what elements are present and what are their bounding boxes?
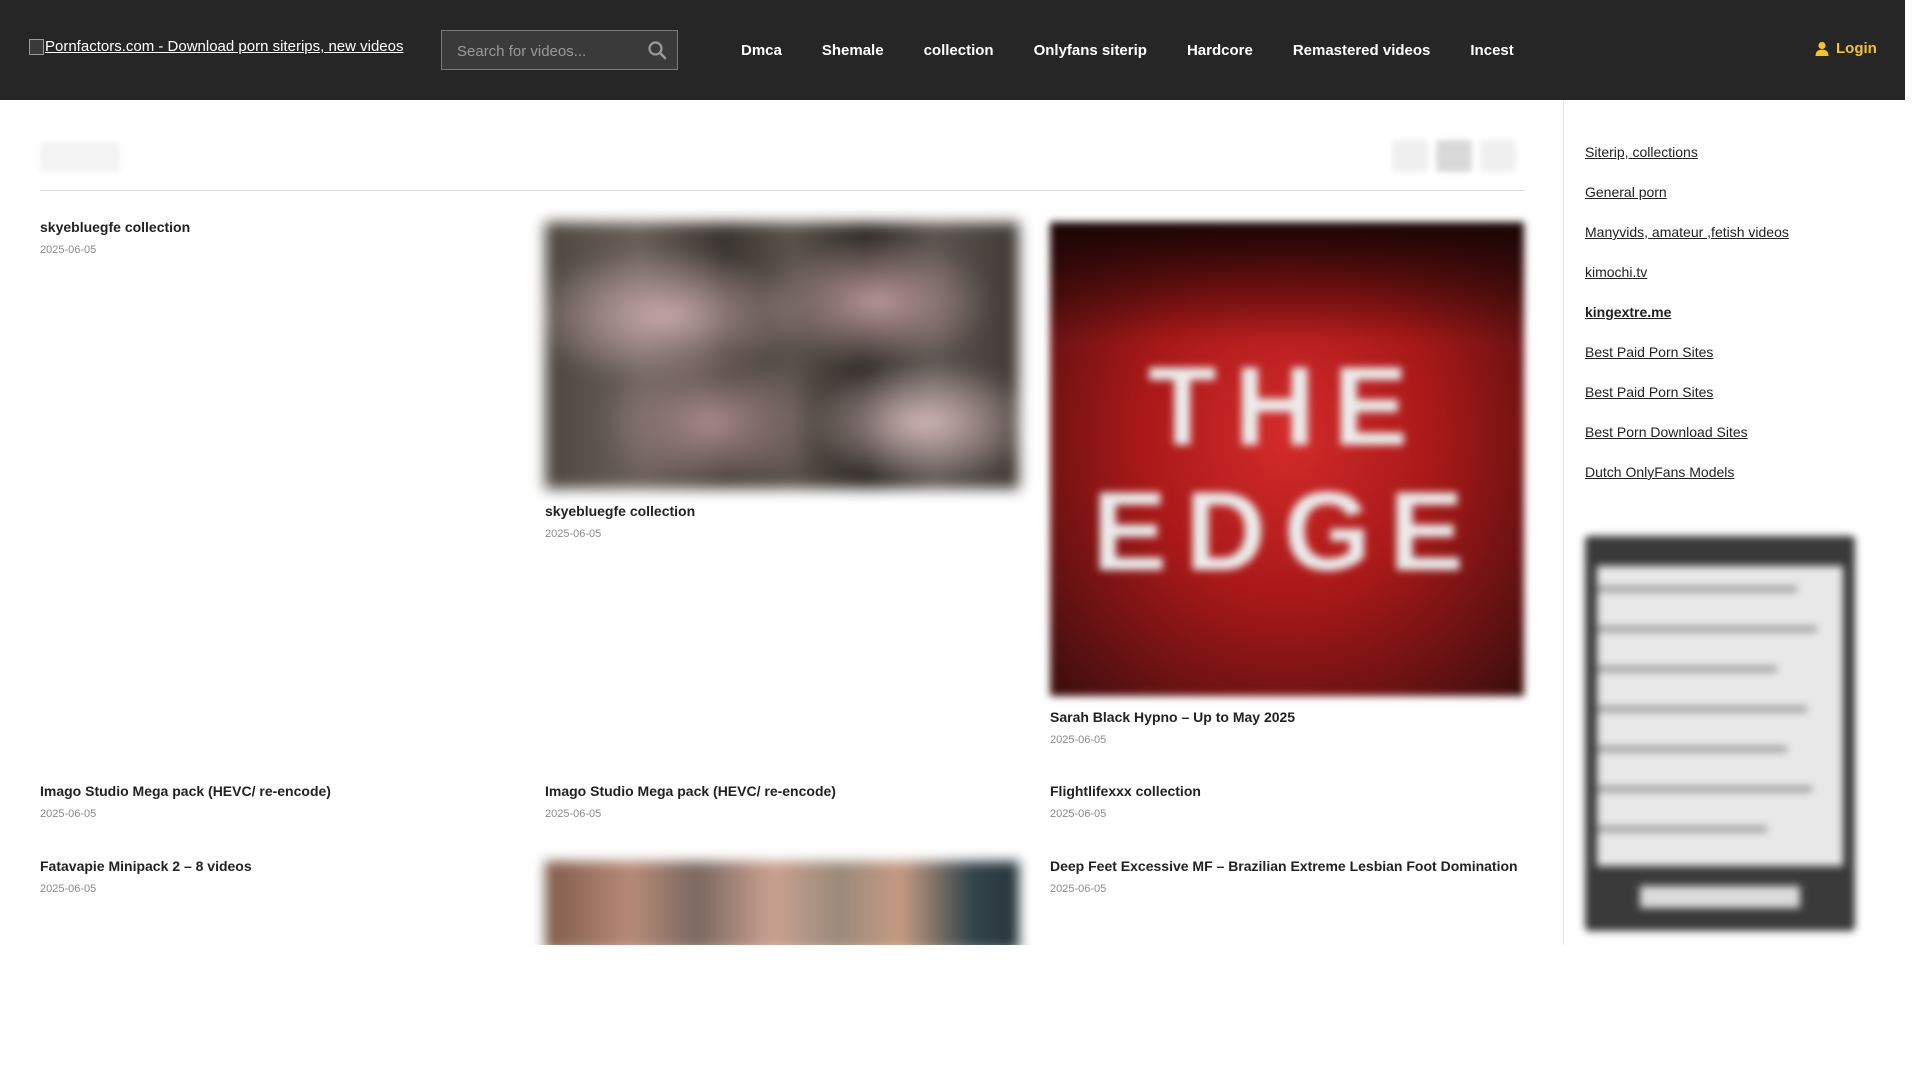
sidebar-item: Best Paid Porn Sites bbox=[1585, 384, 1789, 424]
post-title[interactable]: skyebluegfe collection bbox=[40, 218, 514, 236]
post-title[interactable]: Flightlifexxx collection bbox=[1050, 782, 1524, 800]
ad-line bbox=[1597, 826, 1767, 832]
post-card[interactable]: Fatavapie Minipack 2 – 8 videos 2025-06-… bbox=[40, 857, 514, 895]
filter-button[interactable] bbox=[40, 142, 120, 172]
ad-line bbox=[1597, 626, 1817, 632]
sidebar-links: Siterip, collections General porn Manyvi… bbox=[1585, 144, 1789, 504]
post-title[interactable]: Imago Studio Mega pack (HEVC/ re-encode) bbox=[40, 782, 514, 800]
nav-item-onlyfans-siterip[interactable]: Onlyfans siterip bbox=[1014, 42, 1167, 59]
broken-image-icon bbox=[29, 38, 44, 55]
ad-line bbox=[1597, 706, 1807, 712]
ad-line bbox=[1597, 666, 1777, 672]
search-box bbox=[441, 30, 678, 71]
user-icon bbox=[1815, 41, 1829, 56]
post-date: 2025-06-05 bbox=[1050, 883, 1107, 895]
view-list-button[interactable] bbox=[1392, 140, 1428, 172]
sidebar-item: Dutch OnlyFans Models bbox=[1585, 464, 1789, 504]
search-icon bbox=[648, 41, 667, 60]
nav-item-incest[interactable]: Incest bbox=[1450, 42, 1533, 59]
post-card[interactable]: skyebluegfe collection 2025-06-05 bbox=[545, 222, 1019, 540]
post-card[interactable]: Imago Studio Mega pack (HEVC/ re-encode)… bbox=[545, 782, 1019, 820]
ad-line bbox=[1597, 586, 1797, 592]
sidebar-link-siterip-collections[interactable]: Siterip, collections bbox=[1585, 144, 1698, 160]
post-card[interactable]: Deep Feet Excessive MF – Brazilian Extre… bbox=[1050, 857, 1524, 895]
browser-viewport: Pornfactors.com - Download porn siterips… bbox=[0, 0, 1905, 945]
main-nav: Dmca Shemale collection Onlyfans siterip… bbox=[721, 0, 1534, 100]
sidebar-ad-banner[interactable] bbox=[1585, 536, 1855, 931]
post-title[interactable]: skyebluegfe collection bbox=[545, 502, 1019, 520]
nav-item-dmca[interactable]: Dmca bbox=[721, 42, 802, 59]
post-date: 2025-06-05 bbox=[1050, 808, 1107, 820]
post-date: 2025-06-05 bbox=[545, 808, 602, 820]
sidebar-link-best-download[interactable]: Best Porn Download Sites bbox=[1585, 424, 1748, 440]
sidebar: Siterip, collections General porn Manyvi… bbox=[1563, 100, 1905, 945]
ad-line bbox=[1597, 746, 1787, 752]
site-logo[interactable]: Pornfactors.com - Download porn siterips… bbox=[29, 38, 404, 55]
sidebar-link-kimochi[interactable]: kimochi.tv bbox=[1585, 264, 1647, 280]
cover-text-line-2: EDGE bbox=[1092, 469, 1482, 594]
post-card[interactable]: Imago Studio Mega pack (HEVC/ re-encode)… bbox=[40, 782, 514, 820]
login-link[interactable]: Login bbox=[1815, 40, 1877, 57]
post-card[interactable]: Flightlifexxx collection 2025-06-05 bbox=[1050, 782, 1524, 820]
sidebar-item: Manyvids, amateur ,fetish videos bbox=[1585, 224, 1789, 264]
cover-shade bbox=[1050, 222, 1524, 342]
search-input[interactable] bbox=[442, 31, 649, 71]
sidebar-item: Best Porn Download Sites bbox=[1585, 424, 1789, 464]
nav-item-remastered-videos[interactable]: Remastered videos bbox=[1273, 42, 1451, 59]
sidebar-link-best-paid-2[interactable]: Best Paid Porn Sites bbox=[1585, 384, 1713, 400]
sidebar-item: Best Paid Porn Sites bbox=[1585, 344, 1789, 384]
sidebar-link-dutch-onlyfans[interactable]: Dutch OnlyFans Models bbox=[1585, 464, 1734, 480]
cover-text-line-1: THE bbox=[1148, 344, 1426, 469]
site-header: Pornfactors.com - Download porn siterips… bbox=[0, 0, 1905, 100]
nav-item-shemale[interactable]: Shemale bbox=[802, 42, 904, 59]
sidebar-item: kingextre.me bbox=[1585, 304, 1789, 344]
post-thumbnail[interactable]: THE EDGE bbox=[1050, 222, 1524, 696]
login-label: Login bbox=[1836, 40, 1877, 57]
nav-item-collection[interactable]: collection bbox=[904, 42, 1014, 59]
post-date: 2025-06-05 bbox=[40, 808, 97, 820]
sidebar-item: General porn bbox=[1585, 184, 1789, 224]
sidebar-item: kimochi.tv bbox=[1585, 264, 1789, 304]
post-date: 2025-06-05 bbox=[545, 528, 602, 540]
sidebar-item: Siterip, collections bbox=[1585, 144, 1789, 184]
sidebar-link-best-paid-1[interactable]: Best Paid Porn Sites bbox=[1585, 344, 1713, 360]
post-card[interactable]: THE EDGE Sarah Black Hypno – Up to May 2… bbox=[1050, 222, 1524, 746]
sidebar-link-kingextreme[interactable]: kingextre.me bbox=[1585, 304, 1671, 320]
search-button[interactable] bbox=[647, 40, 667, 60]
view-toggle-group bbox=[1392, 140, 1516, 172]
post-card[interactable] bbox=[545, 861, 1019, 945]
post-title[interactable]: Sarah Black Hypno – Up to May 2025 bbox=[1050, 708, 1524, 726]
ad-content bbox=[1597, 566, 1843, 866]
logo-alt-text: Pornfactors.com - Download porn siterips… bbox=[45, 38, 404, 55]
post-title[interactable]: Deep Feet Excessive MF – Brazilian Extre… bbox=[1050, 857, 1524, 875]
sidebar-link-manyvids[interactable]: Manyvids, amateur ,fetish videos bbox=[1585, 224, 1789, 240]
post-card[interactable]: skyebluegfe collection 2025-06-05 bbox=[40, 218, 514, 256]
post-date: 2025-06-05 bbox=[40, 244, 97, 256]
post-date: 2025-06-05 bbox=[1050, 734, 1107, 746]
nav-item-hardcore[interactable]: Hardcore bbox=[1167, 42, 1273, 59]
ad-cta-button[interactable] bbox=[1640, 886, 1800, 908]
post-thumbnail[interactable] bbox=[545, 222, 1019, 489]
ad-line bbox=[1597, 786, 1812, 792]
post-date: 2025-06-05 bbox=[40, 883, 97, 895]
content-divider bbox=[40, 190, 1525, 191]
view-compact-button[interactable] bbox=[1480, 140, 1516, 172]
post-title[interactable]: Imago Studio Mega pack (HEVC/ re-encode) bbox=[545, 782, 1019, 800]
sidebar-link-general-porn[interactable]: General porn bbox=[1585, 184, 1667, 200]
view-grid-button[interactable] bbox=[1436, 140, 1472, 172]
post-title[interactable]: Fatavapie Minipack 2 – 8 videos bbox=[40, 857, 514, 875]
post-thumbnail[interactable] bbox=[545, 861, 1019, 945]
